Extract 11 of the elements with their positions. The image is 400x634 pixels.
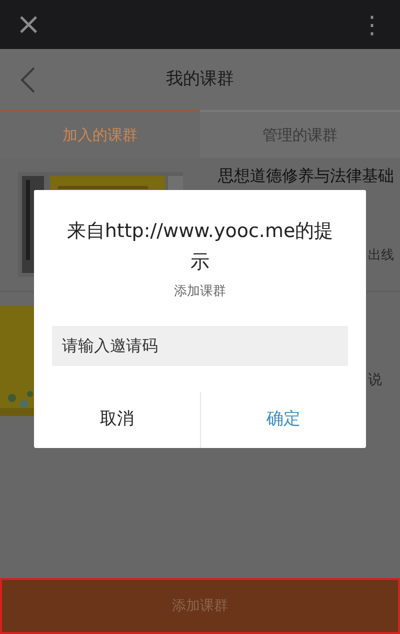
invite-code-field[interactable]: 请输入邀请码 [52, 326, 348, 366]
close-button[interactable]: × [16, 10, 42, 40]
back-icon[interactable] [20, 66, 36, 94]
confirm-button[interactable]: 确定 [200, 392, 366, 448]
page-title: 我的课群 [166, 68, 234, 91]
course-title: 思想道德修养与法律基础 [218, 166, 394, 186]
menu-button[interactable]: ⋮ [360, 12, 384, 36]
course-note: 说 [368, 371, 382, 390]
dialog-message: 添加课群 [173, 283, 227, 301]
course-note: 出线 [368, 247, 394, 265]
cancel-button[interactable]: 取消 [34, 392, 200, 448]
